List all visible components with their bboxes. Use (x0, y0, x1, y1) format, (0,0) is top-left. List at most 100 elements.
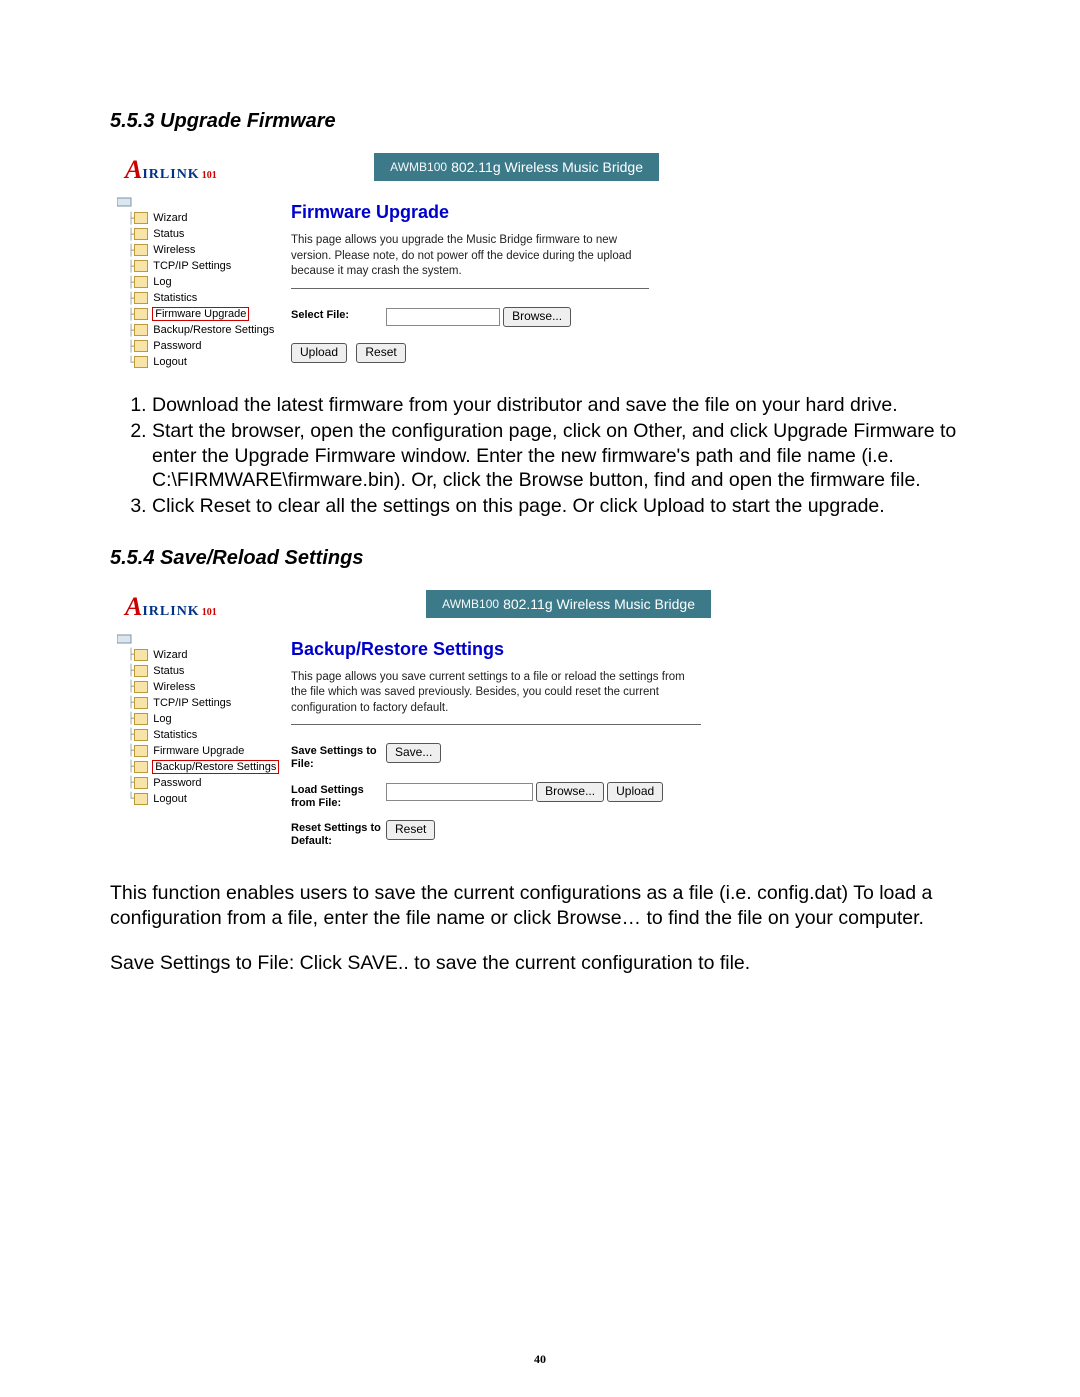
folder-icon (134, 729, 148, 741)
logo-a: A (125, 592, 142, 622)
logo-sub: 101 (202, 170, 217, 181)
folder-icon (134, 356, 148, 368)
banner-text: 802.11g Wireless Music Bridge (503, 596, 695, 612)
nav-item-logout[interactable]: └ Logout (121, 791, 283, 807)
tree-line-icon: ├ (121, 680, 134, 693)
section-heading-553: 5.5.3 Upgrade Firmware (110, 110, 970, 133)
banner-text: 802.11g Wireless Music Bridge (451, 159, 643, 175)
folder-icon (134, 260, 148, 272)
instructions-list: Download the latest firmware from your d… (110, 393, 970, 519)
nav-item-backup-restore-settings[interactable]: ├ Backup/Restore Settings (121, 322, 283, 338)
screenshot-header: A IRLINK 101 AWMB100 802.11g Wireless Mu… (111, 583, 711, 625)
save-button[interactable]: Save... (386, 743, 441, 763)
load-file-input[interactable] (386, 783, 533, 801)
section-heading-554: 5.5.4 Save/Reload Settings (110, 547, 970, 570)
logo-text: IRLINK (142, 167, 199, 183)
page-description: This page allows you upgrade the Music B… (291, 233, 649, 289)
reset-button[interactable]: Reset (356, 343, 405, 363)
nav-item-label: Backup/Restore Settings (152, 324, 275, 336)
airlink-logo: A IRLINK 101 (111, 149, 227, 185)
tree-root-icon (117, 633, 133, 645)
nav-item-status[interactable]: ├Status (121, 226, 283, 242)
tree-line-icon: ├ (121, 292, 134, 305)
tree-line-icon: ├ (121, 728, 134, 741)
nav-item-firmware-upgrade[interactable]: ├Firmware Upgrade (121, 306, 283, 322)
load-settings-row: Load Settings from File: Browse... Uploa… (291, 782, 701, 810)
tree-line-icon: ├ (121, 760, 134, 773)
tree-line-icon: ├ (121, 696, 134, 709)
folder-icon (134, 228, 148, 240)
nav-item-label: Logout (152, 793, 188, 805)
nav-item-log[interactable]: ├ Log (121, 274, 283, 290)
nav-item-wizard[interactable]: ├Wizard (121, 210, 283, 226)
folder-icon (134, 713, 148, 725)
nav-item-label: Log (152, 276, 172, 288)
browse-button[interactable]: Browse... (536, 782, 604, 802)
upload-button[interactable]: Upload (607, 782, 663, 802)
save-settings-label: Save Settings to File: (291, 743, 386, 771)
firmware-upgrade-screenshot: A IRLINK 101 AWMB100 802.11g Wireless Mu… (110, 145, 660, 381)
tree-line-icon: ├ (121, 324, 134, 337)
screenshot-header: A IRLINK 101 AWMB100 802.11g Wireless Mu… (111, 146, 659, 188)
page-title: Backup/Restore Settings (291, 639, 701, 660)
nav-item-label: Wizard (152, 649, 188, 661)
nav-item-wireless[interactable]: ├Wireless (121, 679, 283, 695)
upload-button[interactable]: Upload (291, 343, 347, 363)
tree-line-icon: ├ (121, 308, 134, 321)
select-file-label: Select File: (291, 307, 386, 322)
tree-line-icon: ├ (121, 744, 134, 757)
nav-item-label: Log (152, 713, 172, 725)
tree-line-icon: └ (121, 792, 134, 805)
tree-line-icon: ├ (121, 244, 134, 257)
sidebar-nav: ├Wizard ├Status ├Wireless ├TCP/IP Settin… (111, 188, 283, 380)
document-page: 5.5.3 Upgrade Firmware A IRLINK 101 AWMB… (0, 0, 1080, 1397)
banner-model: AWMB100 (390, 160, 447, 174)
content-panel: Firmware Upgrade This page allows you up… (283, 188, 659, 380)
instruction-item: Start the browser, open the configuratio… (152, 419, 970, 493)
nav-item-log[interactable]: ├Log (121, 711, 283, 727)
tree-line-icon: ├ (121, 664, 134, 677)
nav-item-wizard[interactable]: ├ Wizard (121, 647, 283, 663)
nav-item-statistics[interactable]: ├ Statistics (121, 290, 283, 306)
nav-item-statistics[interactable]: ├Statistics (121, 727, 283, 743)
nav-item-tcp-ip-settings[interactable]: ├ TCP/IP Settings (121, 258, 283, 274)
folder-icon (134, 340, 148, 352)
folder-icon (134, 697, 148, 709)
nav-item-logout[interactable]: └ Logout (121, 354, 283, 370)
logo-text: IRLINK (142, 604, 199, 620)
folder-icon (134, 244, 148, 256)
page-description: This page allows you save current settin… (291, 670, 701, 726)
content-panel: Backup/Restore Settings This page allows… (283, 625, 711, 869)
file-path-input[interactable] (386, 308, 500, 326)
nav-item-password[interactable]: ├Password (121, 775, 283, 791)
reset-button[interactable]: Reset (386, 820, 435, 840)
nav-item-status[interactable]: ├ Status (121, 663, 283, 679)
tree-line-icon: ├ (121, 276, 134, 289)
nav-item-label: Firmware Upgrade (152, 745, 245, 757)
logo-a: A (125, 155, 142, 185)
instruction-item: Download the latest firmware from your d… (152, 393, 970, 418)
nav-item-label: Statistics (152, 292, 198, 304)
nav-item-label: Wireless (152, 244, 196, 256)
nav-item-label: TCP/IP Settings (152, 260, 232, 272)
nav-item-password[interactable]: ├Password (121, 338, 283, 354)
folder-icon (134, 793, 148, 805)
tree-line-icon: ├ (121, 776, 134, 789)
folder-icon (134, 292, 148, 304)
product-banner: AWMB100 802.11g Wireless Music Bridge (374, 153, 659, 181)
browse-button[interactable]: Browse... (503, 307, 571, 327)
folder-icon (134, 276, 148, 288)
nav-item-label: Logout (152, 356, 188, 368)
tree-line-icon: ├ (121, 648, 134, 661)
nav-item-label: Status (152, 228, 185, 240)
nav-item-firmware-upgrade[interactable]: ├ Firmware Upgrade (121, 743, 283, 759)
product-banner: AWMB100 802.11g Wireless Music Bridge (426, 590, 711, 618)
nav-item-wireless[interactable]: ├ Wireless (121, 242, 283, 258)
nav-item-label: Status (152, 665, 185, 677)
nav-item-tcp-ip-settings[interactable]: ├TCP/IP Settings (121, 695, 283, 711)
reset-settings-label: Reset Settings to Default: (291, 820, 386, 848)
nav-item-backup-restore-settings[interactable]: ├Backup/Restore Settings (121, 759, 283, 775)
tree-line-icon: ├ (121, 260, 134, 273)
tree-line-icon: ├ (121, 340, 134, 353)
tree-line-icon: └ (121, 356, 134, 369)
